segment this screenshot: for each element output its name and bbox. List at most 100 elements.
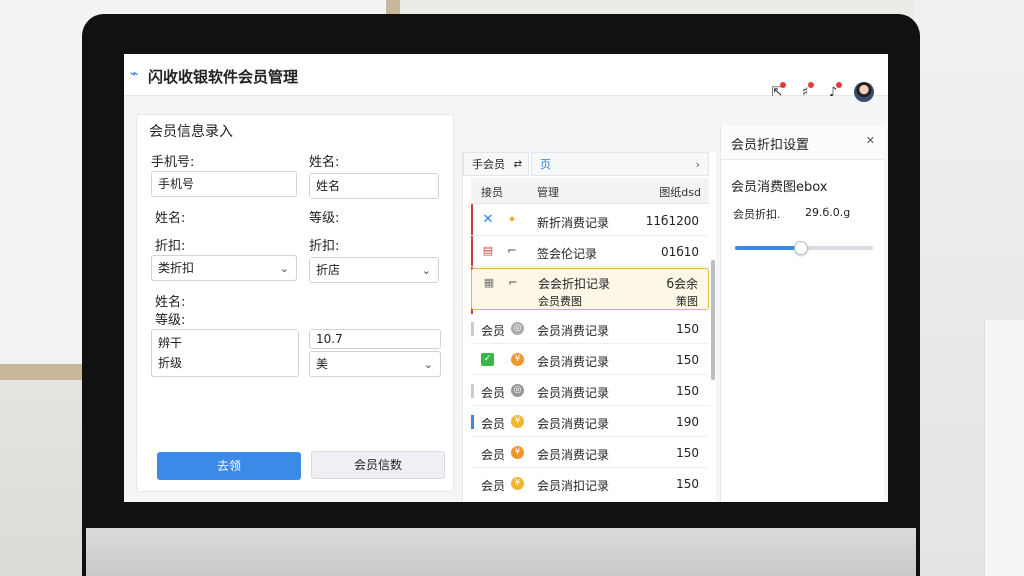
table-row[interactable]: 会员 ◎ 会员消费记录 150 — [471, 314, 709, 344]
discount-rate-label: 会员折扣. — [733, 208, 781, 221]
member-form-card: 会员信息录入 手机号: 手机号 姓名: 姓名 姓名: 等级: 折扣: 类折扣 ⌄… — [136, 114, 454, 492]
table-row[interactable]: ✓ ¥ 会员消费记录 150 — [471, 345, 709, 375]
sort-icon: ⇄ — [513, 159, 522, 170]
row-desc: 会员消费记录 — [537, 448, 610, 462]
row-name: 会员 — [481, 479, 506, 493]
row-desc: 签会伦记录 — [537, 247, 598, 261]
settings-title: 会员折扣设置 — [731, 138, 810, 153]
value-input[interactable]: 10.7 — [309, 329, 441, 349]
discount-select-right[interactable]: 折店 ⌄ — [309, 257, 439, 283]
tab-members[interactable]: 手会员 ⇄ — [463, 152, 529, 176]
row-marker — [471, 384, 474, 398]
slider-fill — [735, 246, 802, 250]
slider-handle[interactable] — [794, 241, 809, 255]
row-desc: 会员消费记录 — [537, 417, 610, 431]
table-row[interactable]: 会员 ¥ 会员消费记录 190 — [471, 407, 709, 437]
app-logo-icon: ⌁ — [130, 66, 139, 82]
discount-label: 折扣: — [155, 239, 186, 254]
row-desc: 会会折扣记录 — [538, 277, 611, 291]
discount-select[interactable]: 类折扣 ⌄ — [151, 255, 297, 281]
tab-page-label: 页 — [540, 158, 551, 171]
tab-members-label: 手会员 — [472, 158, 505, 171]
name-input[interactable]: 姓名 — [309, 173, 439, 199]
value-input-value: 10.7 — [316, 332, 343, 346]
form-title: 会员信息录入 — [149, 124, 233, 140]
chevron-right-icon: › — [695, 158, 700, 171]
right-select-value: 美 — [316, 357, 329, 371]
card-icon: ▦ — [483, 276, 495, 289]
discount-slider[interactable] — [735, 241, 873, 255]
row-amount: 150 — [676, 322, 699, 336]
phone-input-value: 手机号 — [158, 177, 195, 191]
row-name: 会员 — [481, 417, 506, 431]
discount-rate-value: 29.б.0.g — [805, 206, 851, 219]
table-row[interactable]: ✕ ✦ 新折消费记录 11б1200 — [471, 206, 709, 236]
row-desc: 新折消费记录 — [537, 216, 610, 230]
note-textarea[interactable]: 辨干 折级 — [151, 329, 299, 377]
message-badge — [836, 82, 842, 88]
sparkle-icon: ✦ — [507, 213, 517, 226]
level-label: 等级: — [309, 211, 340, 226]
chevron-down-icon: ⌄ — [421, 264, 431, 277]
table-row[interactable]: 会员 ¥ 会员消费记录 150 — [471, 438, 709, 468]
row-desc: 会员消费记录 — [537, 324, 610, 338]
discount-settings-panel: 会员折扣设置 ✕ 会员消费图ebox 会员折扣. 29.б.0.g — [720, 126, 885, 502]
save-button[interactable]: 去领 — [157, 452, 301, 480]
app-title: 闪收收银软件会员管理 — [148, 68, 299, 86]
side-box — [984, 320, 1024, 576]
row-amount-secondary: 策图 — [676, 295, 698, 308]
row-desc: 会员消费记录 — [537, 386, 610, 400]
col-header-staff: 接员 — [481, 186, 503, 199]
settings-subtitle: 会员消费图ebox — [731, 180, 828, 195]
row-amount: 150 — [676, 446, 699, 460]
chevron-down-icon: ⌄ — [279, 262, 289, 275]
row-marker — [471, 322, 474, 336]
row-amount: 150 — [676, 477, 699, 491]
name-label: 姓名: — [155, 211, 186, 226]
records-panel: 手会员 ⇄ 页 › 接员 管理 图纸dsd ✕ ✦ 新折消费记录 11б1200… — [462, 152, 716, 502]
check-icon: ✓ — [481, 353, 494, 366]
row-desc: 会员消扣记录 — [537, 479, 610, 493]
monitor-chin — [86, 528, 916, 576]
coin-icon: ¥ — [511, 415, 524, 428]
row-amount: 150 — [676, 384, 699, 398]
app-screen: ⌁ 闪收收银软件会员管理 ⇱ ♯ ♪ 会员信息录入 手机号: 手机号 姓名: 姓… — [124, 54, 888, 502]
coin-icon: ¥ — [511, 477, 524, 490]
row-amount: 11б1200 — [645, 214, 699, 228]
row-name: 会员 — [481, 324, 506, 338]
row-amount: 150 — [676, 353, 699, 367]
phone-label: 手机号: — [151, 155, 195, 170]
note-line-2: 折级 — [158, 356, 183, 370]
coin-icon: ¥ — [511, 353, 524, 366]
table-row[interactable]: 会员 ¥ 会员消扣记录 150 — [471, 469, 709, 499]
user-avatar[interactable] — [854, 82, 874, 102]
col-header-amount: 图纸dsd — [659, 186, 701, 199]
close-icon: ✕ — [482, 212, 494, 227]
close-icon[interactable]: ✕ — [866, 134, 875, 147]
row-marker — [471, 415, 474, 429]
row-amount: б会余 — [666, 277, 698, 291]
row-amount: 01б10 — [661, 245, 699, 259]
member-info-button[interactable]: 会员信数 — [311, 451, 445, 479]
right-select[interactable]: 美 ⌄ — [309, 351, 441, 377]
table-row[interactable]: ▤ ⌐ 签会伦记录 01б10 — [471, 237, 709, 267]
row-amount: 190 — [676, 415, 699, 429]
level-label-3: 等级: — [155, 313, 186, 328]
link-icon: ⌐ — [507, 244, 517, 257]
records-scrollbar[interactable] — [711, 260, 715, 380]
name-input-value: 姓名 — [316, 179, 341, 193]
coin-icon: ¥ — [511, 446, 524, 459]
row-name: 会员 — [481, 386, 506, 400]
status-dot-icon: ◎ — [511, 322, 524, 335]
row-desc: 会员消费记录 — [537, 355, 610, 369]
discount-select-right-value: 折店 — [316, 263, 341, 277]
table-row-selected[interactable]: ▦ ⌐ 会会折扣记录 б会余 会员费图 策图 — [471, 268, 709, 310]
discount-label-right: 折扣: — [309, 239, 340, 254]
col-header-manage: 管理 — [537, 186, 559, 199]
tab-page[interactable]: 页 › — [531, 152, 709, 176]
share-badge — [780, 82, 786, 88]
row-desc-secondary: 会员费图 — [538, 295, 582, 308]
phone-input[interactable]: 手机号 — [151, 171, 297, 197]
table-row[interactable]: 会员 ◎ 会员消费记录 150 — [471, 376, 709, 406]
title-bar: ⌁ 闪收收银软件会员管理 ⇱ ♯ ♪ — [124, 54, 888, 102]
